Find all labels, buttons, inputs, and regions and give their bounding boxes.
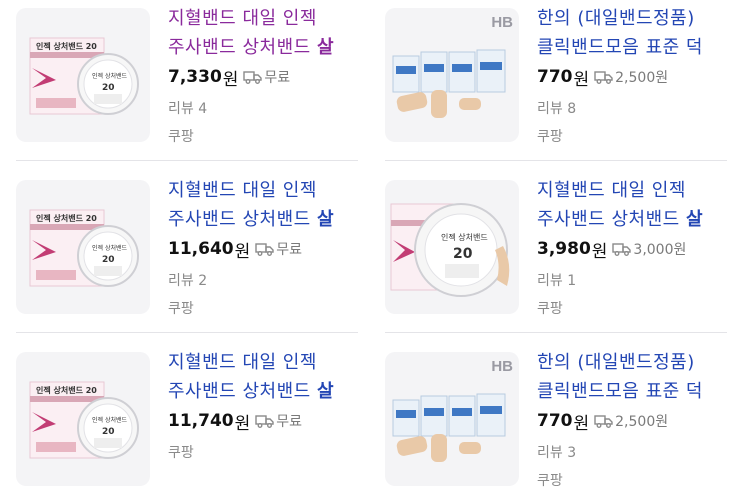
injection-band-roll-image: 인젝 상처밴드 20 xyxy=(390,203,510,297)
product-title-link[interactable]: 지혈밴드 대일 인젝 주사밴드 상처밴드 살 xyxy=(168,348,358,406)
title-bold-text: 살 xyxy=(685,209,703,230)
title-text: 한의 (대일밴드정품)클릭밴드모음 표준 덕 xyxy=(537,352,703,402)
roll-number-text: 20 xyxy=(453,246,473,262)
review-count[interactable]: 리뷰 3 xyxy=(537,442,727,462)
row-divider xyxy=(385,332,727,333)
product-image-injection-band[interactable]: 인젝 상처밴드 20 인젝 상처밴드 20 xyxy=(16,8,150,142)
title-bold-text: 살 xyxy=(316,381,334,402)
product-title-link[interactable]: 한의 (대일밴드정품)클릭밴드모음 표준 덕 xyxy=(537,4,727,62)
price-row: 11,640 원 무료 xyxy=(168,236,358,262)
roll-label-text: 인젝 상처밴드 xyxy=(92,72,128,80)
product-title-link[interactable]: 한의 (대일밴드정품)클릭밴드모음 표준 덕 xyxy=(537,348,727,406)
product-card[interactable]: HB 한의 (대일밴드정품)클릭밴드모음 표준 덕 770 원 2,500원 리뷰… xyxy=(369,0,727,166)
review-count[interactable]: 리뷰 8 xyxy=(537,98,727,118)
title-text: 지혈밴드 대일 인젝 주사밴드 상처밴드 xyxy=(168,8,317,58)
injection-band-box-image: 인젝 상처밴드 20 인젝 상처밴드 20 xyxy=(29,37,139,115)
product-image-injection-band[interactable]: 인젝 상처밴드 20 인젝 상처밴드 20 xyxy=(16,352,150,486)
title-text: 지혈밴드 대일 인젝 주사밴드 상처밴드 xyxy=(168,352,317,402)
product-image-hb-boxes[interactable]: HB xyxy=(385,352,519,486)
seller-name: 쿠팡 xyxy=(168,301,194,317)
roll-number-text: 20 xyxy=(102,255,115,265)
box-brand-text: 인젝 상처밴드 20 xyxy=(36,385,97,395)
price-unit: 원 xyxy=(591,241,608,262)
review-count[interactable]: 리뷰 4 xyxy=(168,98,358,118)
seller-name: 쿠팡 xyxy=(537,301,563,317)
price-row: 770 원 2,500원 xyxy=(537,64,727,90)
injection-band-box-image: 인젝 상처밴드 20 인젝 상처밴드 20 xyxy=(29,381,139,459)
price-unit: 원 xyxy=(573,413,590,434)
roll-number-text: 20 xyxy=(102,83,115,93)
price-row: 3,980 원 3,000원 xyxy=(537,236,727,262)
price-row: 770 원 2,500원 xyxy=(537,408,727,434)
shipping-fee: 무료 xyxy=(276,414,303,430)
product-card[interactable]: HB 한의 (대일밴드정품)클릭밴드모음 표준 덕 770 원 2,500원 리뷰… xyxy=(369,344,727,500)
shipping-fee: 2,500원 xyxy=(615,414,669,430)
price: 3,980 xyxy=(537,239,591,259)
title-bold-text: 살 xyxy=(316,209,334,230)
seller-name: 쿠팡 xyxy=(168,445,194,461)
product-title-link[interactable]: 지혈밴드 대일 인젝 주사밴드 상처밴드 살 xyxy=(168,4,358,62)
roll-number-text: 20 xyxy=(102,427,115,437)
price: 11,640 xyxy=(168,239,234,259)
product-card[interactable]: 인젝 상처밴드 20 인젝 상처밴드 20 지혈밴드 대일 인젝 주사밴드 상처… xyxy=(0,0,358,166)
delivery-truck-icon xyxy=(594,415,613,428)
box-brand-text: 인젝 상처밴드 20 xyxy=(36,213,97,223)
product-image-injection-band[interactable]: 인젝 상처밴드 20 인젝 상처밴드 20 xyxy=(16,180,150,314)
box-brand-text: 인젝 상처밴드 20 xyxy=(36,41,97,51)
review-count[interactable]: 리뷰 2 xyxy=(168,270,358,290)
title-text: 한의 (대일밴드정품)클릭밴드모음 표준 덕 xyxy=(537,8,703,58)
price: 770 xyxy=(537,67,573,87)
seller-name: 쿠팡 xyxy=(537,473,563,489)
hb-logo: HB xyxy=(491,14,513,31)
delivery-truck-icon xyxy=(243,71,263,84)
shipping-fee: 무료 xyxy=(264,70,291,86)
seller-name: 쿠팡 xyxy=(168,129,194,145)
seller-name: 쿠팡 xyxy=(537,129,563,145)
product-image-injection-band-large[interactable]: 인젝 상처밴드 20 xyxy=(385,180,519,314)
shipping-fee: 2,500원 xyxy=(615,70,669,86)
price-row: 7,330 원 무료 xyxy=(168,64,358,90)
product-card[interactable]: 인젝 상처밴드 20 지혈밴드 대일 인젝 주사밴드 상처밴드 살 3,980 원… xyxy=(369,172,727,338)
roll-label-text: 인젝 상처밴드 xyxy=(92,416,128,424)
roll-label-text: 인젝 상처밴드 xyxy=(92,244,128,252)
delivery-truck-icon xyxy=(612,243,632,256)
delivery-truck-icon xyxy=(255,415,274,428)
price: 11,740 xyxy=(168,411,234,431)
price-unit: 원 xyxy=(234,413,251,434)
title-bold-text: 살 xyxy=(316,37,334,58)
product-image-hb-boxes[interactable]: HB xyxy=(385,8,519,142)
price: 770 xyxy=(537,411,573,431)
title-text: 지혈밴드 대일 인젝 주사밴드 상처밴드 xyxy=(537,180,686,230)
row-divider xyxy=(16,160,358,161)
price-unit: 원 xyxy=(234,241,251,262)
product-card[interactable]: 인젝 상처밴드 20 인젝 상처밴드 20 지혈밴드 대일 인젝 주사밴드 상처… xyxy=(0,172,358,338)
delivery-truck-icon xyxy=(255,243,274,256)
shipping-fee: 무료 xyxy=(276,242,303,258)
shipping-fee: 3,000원 xyxy=(633,242,687,258)
price: 7,330 xyxy=(168,67,222,87)
price-unit: 원 xyxy=(222,69,239,90)
row-divider xyxy=(16,332,358,333)
title-text: 지혈밴드 대일 인젝 주사밴드 상처밴드 xyxy=(168,180,317,230)
price-unit: 원 xyxy=(573,69,590,90)
row-divider xyxy=(385,160,727,161)
review-count[interactable]: 리뷰 1 xyxy=(537,270,727,290)
roll-label-text: 인젝 상처밴드 xyxy=(441,232,488,242)
injection-band-box-image: 인젝 상처밴드 20 인젝 상처밴드 20 xyxy=(29,209,139,287)
product-title-link[interactable]: 지혈밴드 대일 인젝 주사밴드 상처밴드 살 xyxy=(168,176,358,234)
product-grid: 인젝 상처밴드 20 인젝 상처밴드 20 지혈밴드 대일 인젝 주사밴드 상처… xyxy=(0,0,742,500)
hb-logo: HB xyxy=(491,358,513,375)
price-row: 11,740 원 무료 xyxy=(168,408,358,434)
delivery-truck-icon xyxy=(594,71,613,84)
product-title-link[interactable]: 지혈밴드 대일 인젝 주사밴드 상처밴드 살 xyxy=(537,176,727,234)
product-card[interactable]: 인젝 상처밴드 20 인젝 상처밴드 20 지혈밴드 대일 인젝 주사밴드 상처… xyxy=(0,344,358,500)
